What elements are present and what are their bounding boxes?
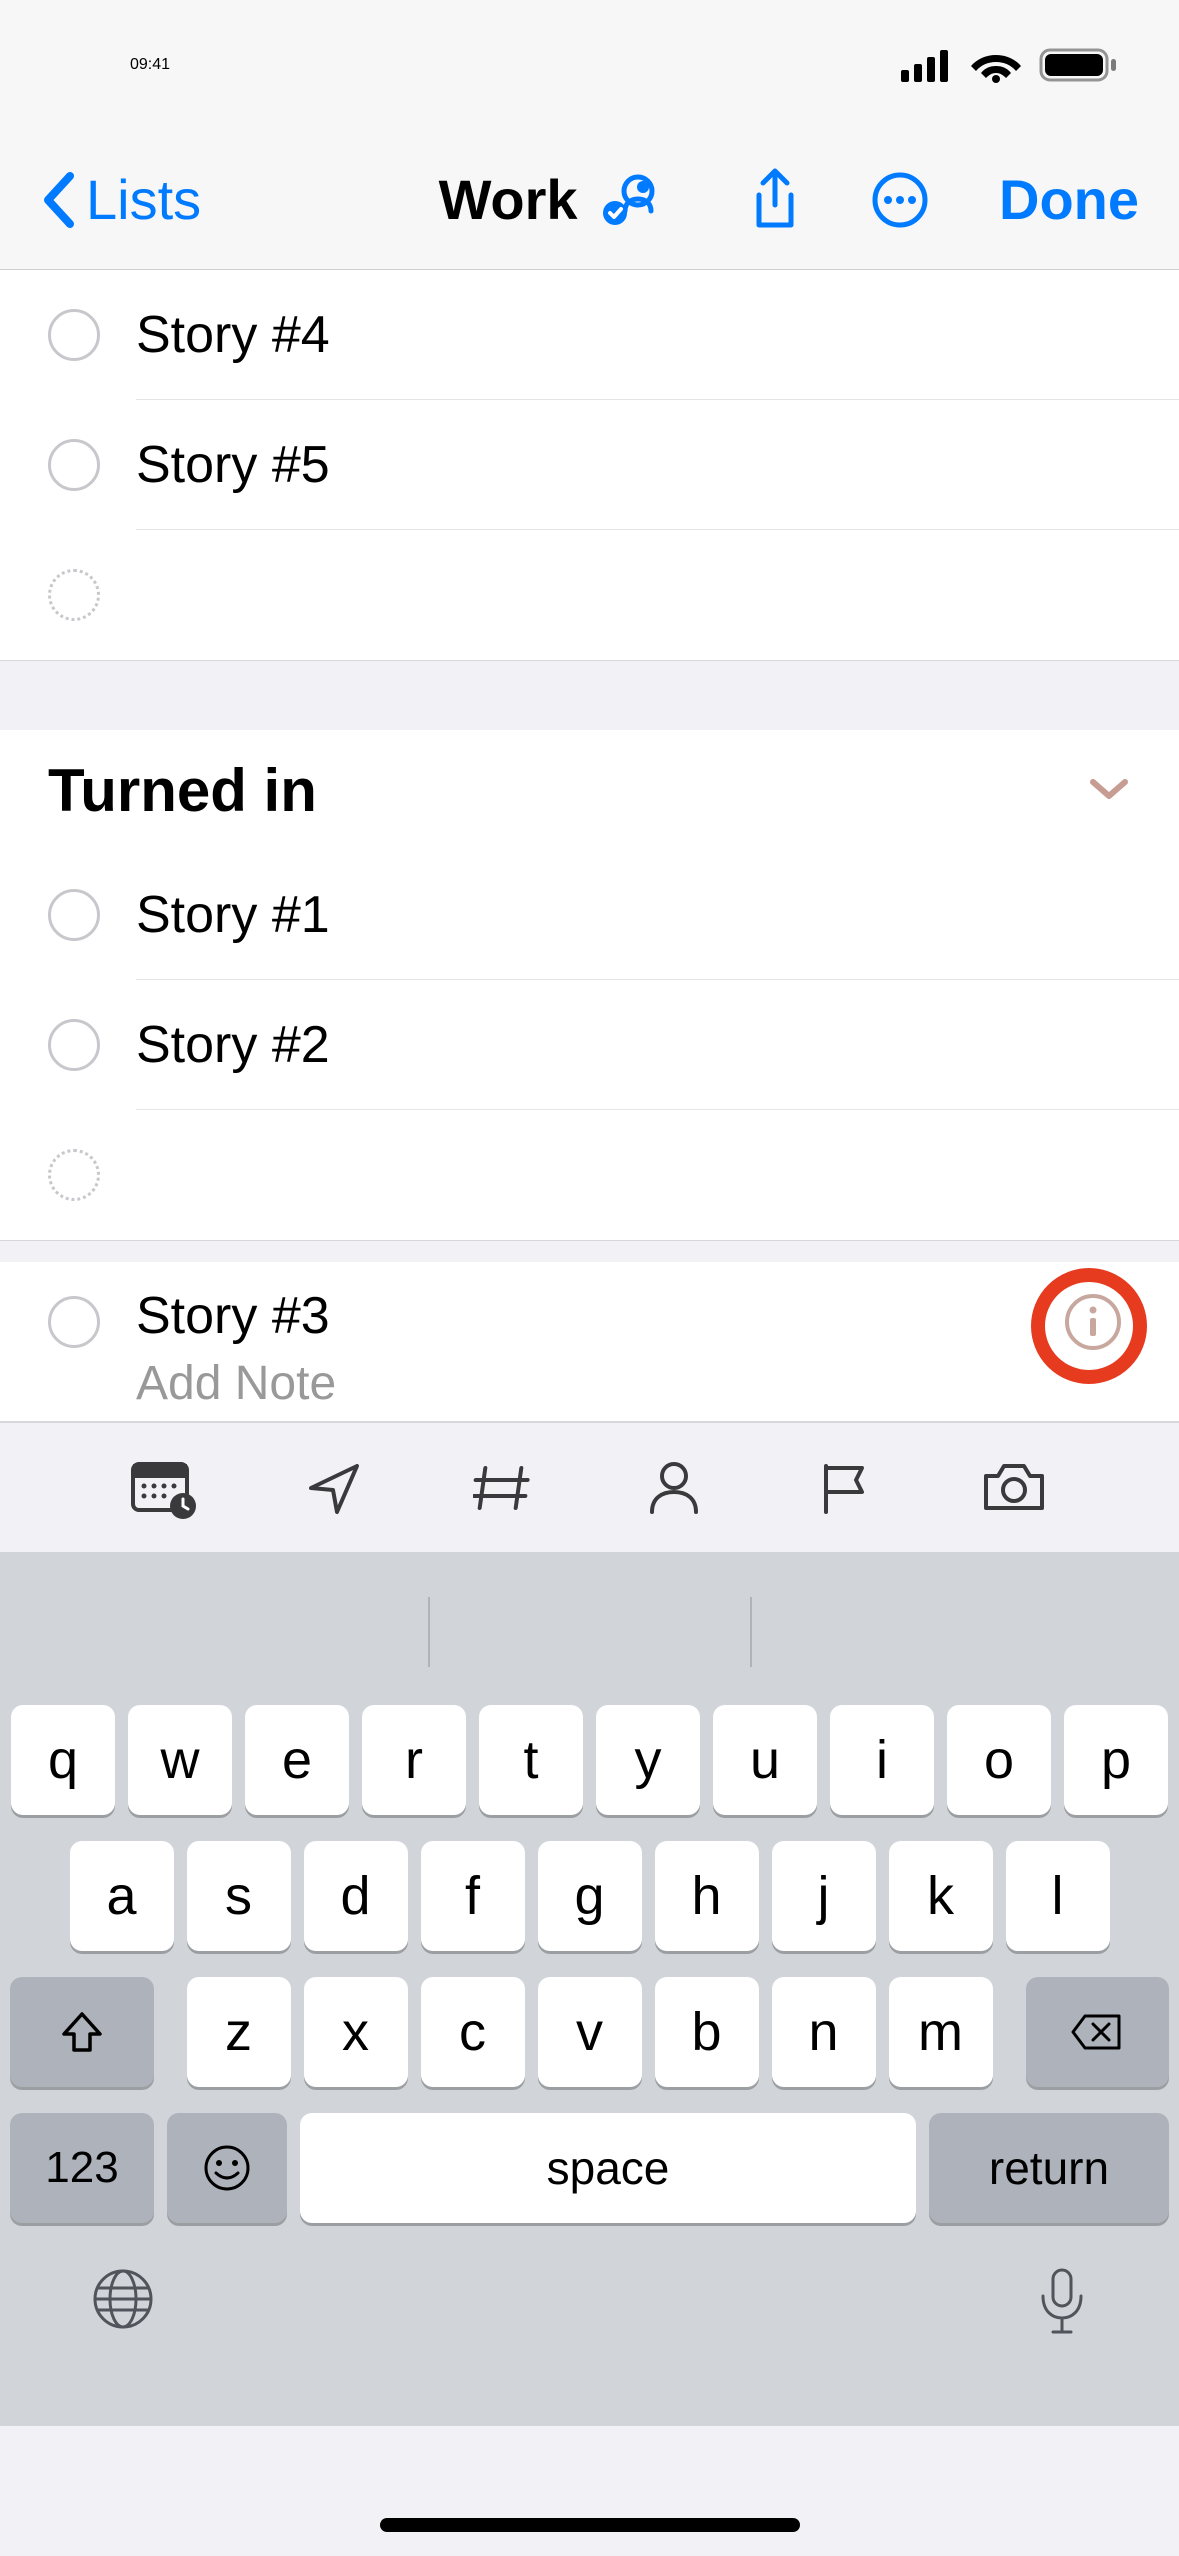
reminder-item[interactable]: Story #2 [0, 980, 1179, 1110]
space-key[interactable]: space [300, 2113, 916, 2223]
key-row-2: a s d f g h j k l [0, 1828, 1179, 1964]
section-list: Turned in Story #1 Story #2 [0, 730, 1179, 1240]
tag-icon[interactable] [465, 1448, 545, 1528]
checkbox-circle[interactable] [48, 1296, 100, 1348]
section-gap [0, 660, 1179, 730]
key-a[interactable]: a [70, 1841, 174, 1951]
key-w[interactable]: w [128, 1705, 232, 1815]
status-time: 09:41 [130, 56, 170, 74]
key-l[interactable]: l [1006, 1841, 1110, 1951]
more-icon[interactable] [871, 171, 929, 229]
nav-bar: Lists Work Done [0, 130, 1179, 270]
key-m[interactable]: m [889, 1977, 993, 2087]
key-c[interactable]: c [421, 1977, 525, 2087]
key-g[interactable]: g [538, 1841, 642, 1951]
key-k[interactable]: k [889, 1841, 993, 1951]
key-u[interactable]: u [713, 1705, 817, 1815]
nav-title-group: Work [439, 167, 662, 232]
emoji-key[interactable] [167, 2113, 287, 2223]
key-x[interactable]: x [304, 1977, 408, 2087]
suggestion-bar[interactable] [0, 1572, 1179, 1692]
numbers-key[interactable]: 123 [10, 2113, 154, 2223]
mic-icon[interactable] [1035, 2266, 1089, 2340]
suggestion-divider [750, 1597, 752, 1667]
key-row-1: q w e r t y u i o p [0, 1692, 1179, 1828]
detached-gap [0, 1240, 1179, 1262]
nav-title: Work [439, 167, 578, 232]
key-e[interactable]: e [245, 1705, 349, 1815]
status-bar: 09:41 [0, 0, 1179, 130]
camera-icon[interactable] [974, 1448, 1054, 1528]
backspace-key[interactable] [1026, 1977, 1170, 2087]
key-h[interactable]: h [655, 1841, 759, 1951]
reminder-title: Story #1 [136, 885, 1139, 945]
section-header[interactable]: Turned in [0, 730, 1179, 850]
back-button[interactable]: Lists [40, 167, 201, 232]
new-reminder-placeholder[interactable] [0, 1110, 1179, 1240]
person-icon[interactable] [634, 1448, 714, 1528]
key-q[interactable]: q [11, 1705, 115, 1815]
checkbox-circle[interactable] [48, 1019, 100, 1071]
nav-right: Done [749, 167, 1139, 233]
info-icon[interactable] [1063, 1292, 1123, 1352]
return-key[interactable]: return [929, 2113, 1169, 2223]
key-t[interactable]: t [479, 1705, 583, 1815]
new-reminder-placeholder[interactable] [0, 530, 1179, 660]
checkbox-circle[interactable] [48, 889, 100, 941]
checkbox-circle[interactable] [48, 309, 100, 361]
reminder-title[interactable]: Story #3 [136, 1286, 336, 1346]
section-title: Turned in [48, 756, 317, 825]
status-icons [901, 46, 1119, 84]
location-icon[interactable] [295, 1448, 375, 1528]
add-note-field[interactable]: Add Note [136, 1356, 336, 1411]
key-n[interactable]: n [772, 1977, 876, 2087]
globe-icon[interactable] [90, 2266, 156, 2332]
key-r[interactable]: r [362, 1705, 466, 1815]
reminder-title: Story #2 [136, 1015, 1139, 1075]
flag-icon[interactable] [804, 1448, 884, 1528]
key-j[interactable]: j [772, 1841, 876, 1951]
reminder-title: Story #5 [136, 435, 1139, 495]
reminder-item[interactable]: Story #4 [0, 270, 1179, 400]
key-p[interactable]: p [1064, 1705, 1168, 1815]
key-s[interactable]: s [187, 1841, 291, 1951]
reminder-title: Story #4 [136, 305, 1139, 365]
shift-key[interactable] [10, 1977, 154, 2087]
keyboard-bottom [0, 2236, 1179, 2426]
wifi-icon [971, 47, 1021, 83]
key-row-4: 123 space return [0, 2100, 1179, 2236]
suggestion-divider [428, 1597, 430, 1667]
key-b[interactable]: b [655, 1977, 759, 2087]
back-label: Lists [86, 167, 201, 232]
key-y[interactable]: y [596, 1705, 700, 1815]
home-indicator[interactable] [380, 2518, 800, 2532]
keyboard: q w e r t y u i o p a s d f g h j k l z … [0, 1552, 1179, 2426]
reminder-item-selected[interactable]: Story #3 Add Note [0, 1262, 1179, 1422]
key-z[interactable]: z [187, 1977, 291, 2087]
calendar-icon[interactable] [125, 1448, 205, 1528]
key-i[interactable]: i [830, 1705, 934, 1815]
share-icon[interactable] [749, 167, 801, 233]
quick-toolbar [0, 1422, 1179, 1552]
done-button[interactable]: Done [999, 167, 1139, 232]
checkbox-circle[interactable] [48, 439, 100, 491]
key-o[interactable]: o [947, 1705, 1051, 1815]
key-v[interactable]: v [538, 1977, 642, 2087]
shared-icon[interactable] [598, 173, 662, 227]
reminder-item[interactable]: Story #5 [0, 400, 1179, 530]
top-list: Story #4 Story #5 [0, 270, 1179, 660]
cellular-icon [901, 48, 953, 82]
battery-icon [1039, 46, 1119, 84]
chevron-left-icon [40, 172, 76, 228]
key-f[interactable]: f [421, 1841, 525, 1951]
checkbox-circle-dotted [48, 569, 100, 621]
key-d[interactable]: d [304, 1841, 408, 1951]
key-row-3: z x c v b n m [0, 1964, 1179, 2100]
checkbox-circle-dotted [48, 1149, 100, 1201]
chevron-down-icon[interactable] [1087, 776, 1131, 804]
reminder-item[interactable]: Story #1 [0, 850, 1179, 980]
